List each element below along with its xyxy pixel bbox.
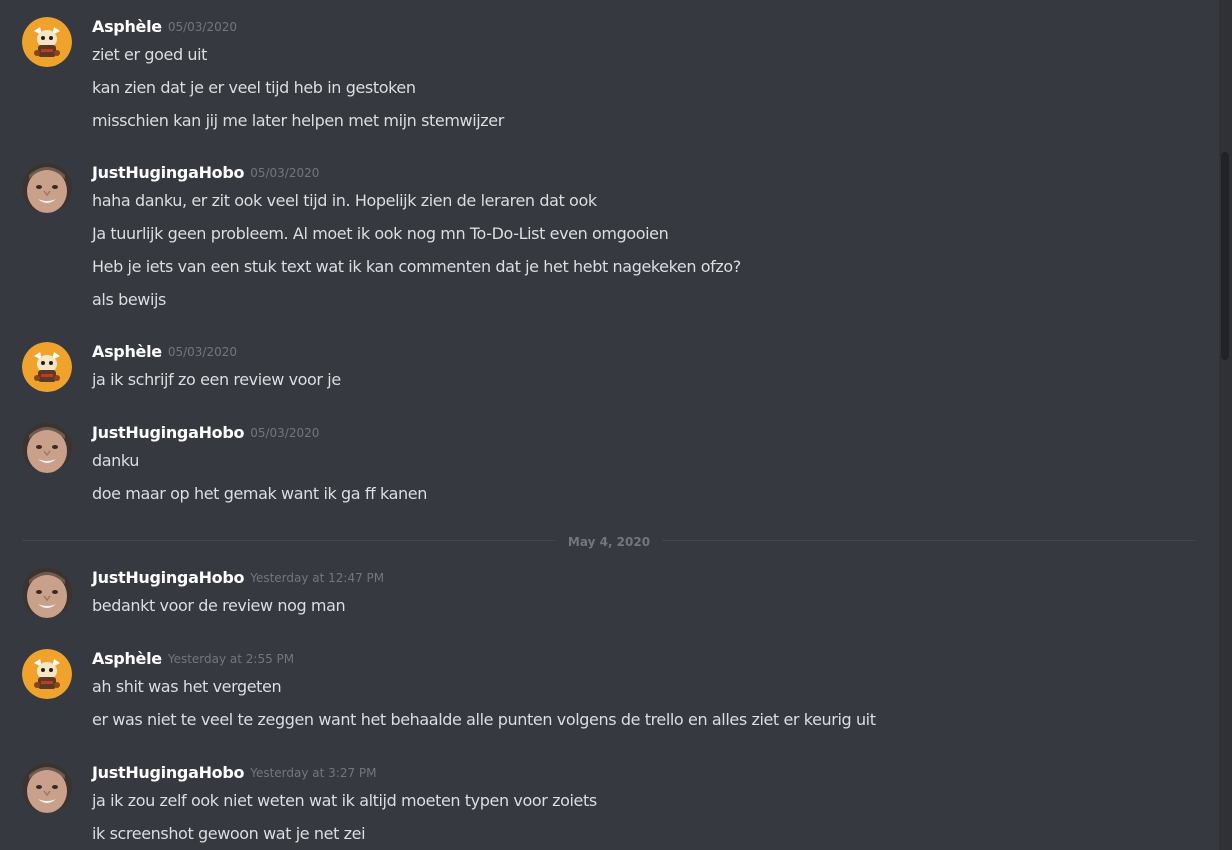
asphele-avatar-icon[interactable] [22, 17, 72, 67]
asphele-avatar-icon[interactable] [22, 649, 72, 699]
message-text: ja ik schrijf zo een review voor je [92, 370, 341, 389]
message-header: Asphèle 05/03/2020 [92, 17, 237, 39]
author-name[interactable]: JustHugingaHobo [92, 163, 245, 182]
message-text: er was niet te veel te zeggen want het b… [92, 710, 876, 729]
message-header: JustHugingaHobo Yesterday at 3:27 PM [92, 763, 377, 785]
message-text: haha danku, er zit ook veel tijd in. Hop… [92, 191, 597, 210]
justhugingahobo-avatar-icon[interactable] [22, 763, 72, 813]
author-name[interactable]: JustHugingaHobo [92, 763, 245, 782]
message-header: Asphèle 05/03/2020 [92, 342, 237, 364]
asphele-avatar-icon[interactable] [22, 342, 72, 392]
justhugingahobo-avatar-icon[interactable] [22, 568, 72, 618]
message-timestamp: 05/03/2020 [167, 20, 238, 34]
author-name[interactable]: JustHugingaHobo [92, 568, 245, 587]
author-name[interactable]: Asphèle [92, 17, 162, 36]
message-header: JustHugingaHobo Yesterday at 12:47 PM [92, 568, 384, 590]
chat-messages-area: Asphèle 05/03/2020 ziet er goed uit kan z… [0, 0, 1232, 850]
justhugingahobo-avatar-icon[interactable] [22, 163, 72, 213]
message-text: doe maar op het gemak want ik ga ff kane… [92, 484, 427, 503]
message-header: JustHugingaHobo 05/03/2020 [92, 163, 319, 185]
author-name[interactable]: Asphèle [92, 342, 162, 361]
message-text: ja ik zou zelf ook niet weten wat ik alt… [92, 791, 597, 810]
message-text: misschien kan jij me later helpen met mi… [92, 111, 504, 130]
author-name[interactable]: JustHugingaHobo [92, 423, 245, 442]
date-divider: May 4, 2020 [22, 535, 1196, 549]
date-divider-label: May 4, 2020 [555, 535, 663, 549]
message-text: als bewijs [92, 290, 166, 309]
message-timestamp: Yesterday at 12:47 PM [250, 571, 385, 585]
message-timestamp: 05/03/2020 [250, 166, 320, 180]
message-text: danku [92, 451, 140, 470]
message-text: ziet er goed uit [92, 45, 208, 64]
scrollbar-thumb[interactable] [1221, 152, 1229, 360]
message-text: Heb je iets van een stuk text wat ik kan… [92, 257, 741, 276]
justhugingahobo-avatar-icon[interactable] [22, 423, 72, 473]
message-timestamp: Yesterday at 3:27 PM [250, 766, 377, 780]
message-timestamp: 05/03/2020 [167, 345, 238, 359]
author-name[interactable]: Asphèle [92, 649, 162, 668]
message-text: kan zien dat je er veel tijd heb in gest… [92, 78, 416, 97]
message-timestamp: 05/03/2020 [250, 426, 320, 440]
message-text: ah shit was het vergeten [92, 677, 282, 696]
message-text: ik screenshot gewoon wat je net zei [92, 824, 366, 843]
scrollbar-track[interactable] [1219, 0, 1232, 850]
message-text: Ja tuurlijk geen probleem. Al moet ik oo… [92, 224, 669, 243]
message-header: JustHugingaHobo 05/03/2020 [92, 423, 319, 445]
message-text: bedankt voor de review nog man [92, 596, 346, 615]
message-timestamp: Yesterday at 2:55 PM [167, 652, 295, 666]
message-header: Asphèle Yesterday at 2:55 PM [92, 649, 294, 671]
